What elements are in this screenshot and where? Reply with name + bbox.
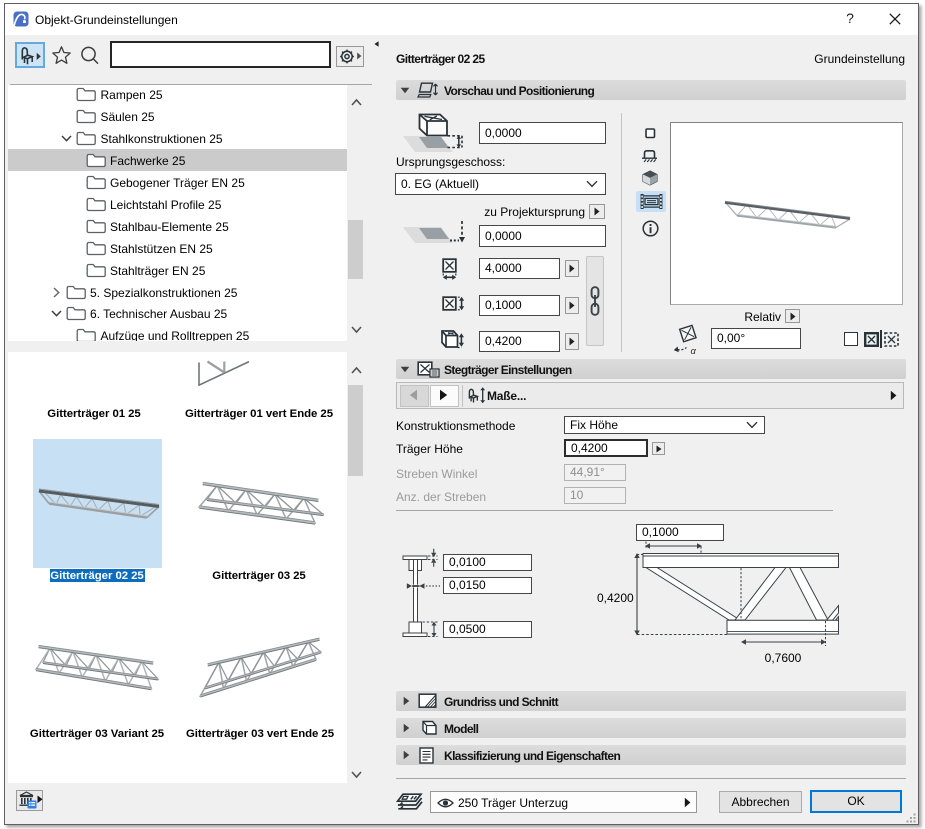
svg-text:α: α [691, 346, 697, 355]
